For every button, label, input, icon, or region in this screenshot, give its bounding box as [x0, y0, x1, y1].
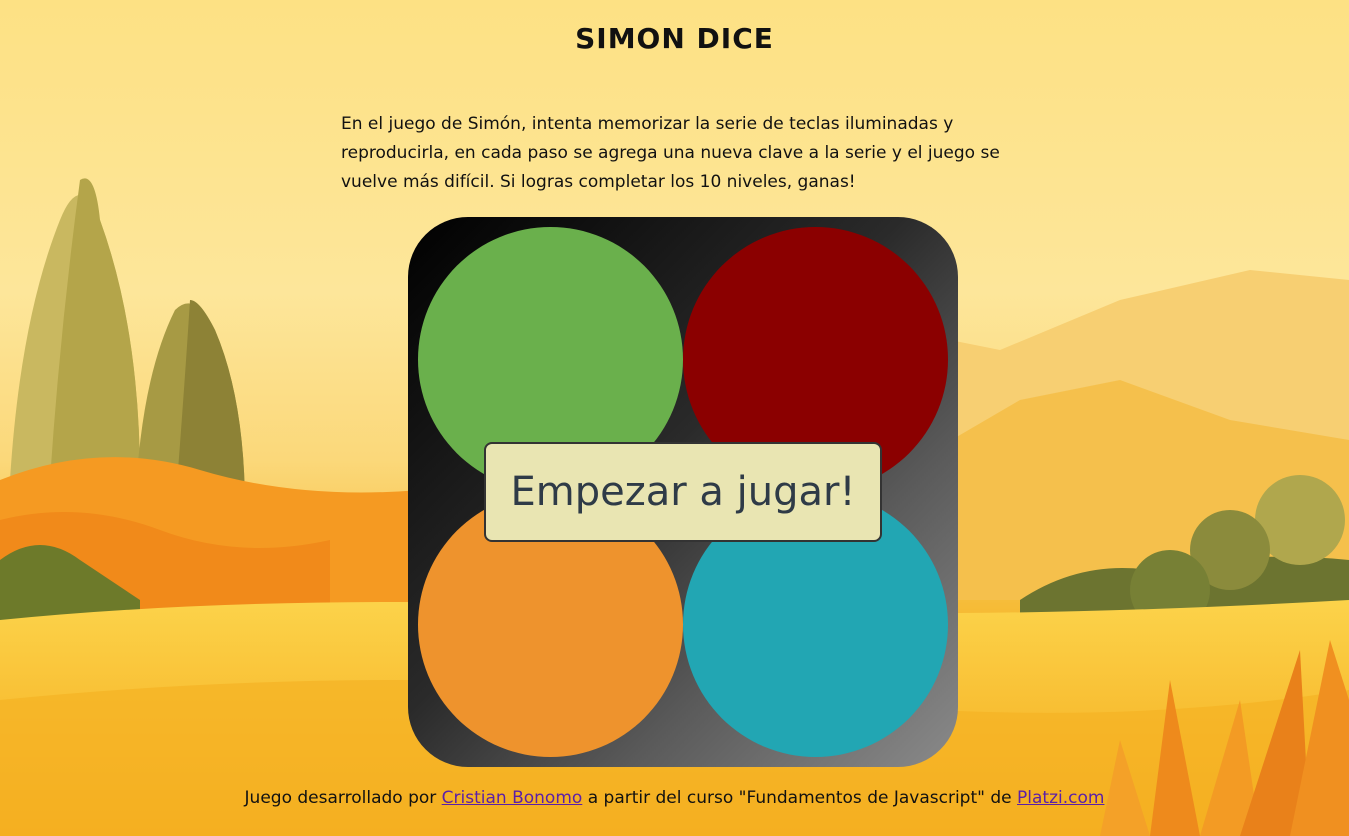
platzi-link[interactable]: Platzi.com: [1017, 788, 1104, 808]
author-link[interactable]: Cristian Bonomo: [442, 788, 583, 808]
footer-credits: Juego desarrollado por Cristian Bonomo a…: [0, 788, 1349, 808]
start-game-button[interactable]: Empezar a jugar!: [484, 442, 882, 542]
game-description: En el juego de Simón, intenta memorizar …: [341, 114, 1000, 192]
page-title: SIMON DICE: [575, 22, 774, 55]
footer-prefix: Juego desarrollado por: [244, 788, 442, 808]
footer-middle: a partir del curso "Fundamentos de Javas…: [582, 788, 1018, 808]
